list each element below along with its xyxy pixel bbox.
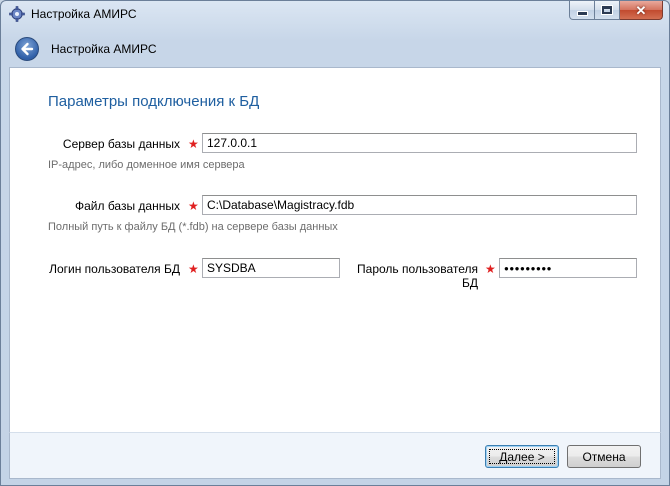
password-label: Пароль пользователя БД xyxy=(357,262,478,290)
window-controls: ✕ xyxy=(569,1,663,21)
close-icon: ✕ xyxy=(635,2,647,18)
dbfile-hint: Полный путь к файлу БД (*.fdb) на сервер… xyxy=(48,221,338,233)
server-hint: IP-адрес, либо доменное имя сервера xyxy=(48,159,245,171)
login-label: Логин пользователя БД xyxy=(49,262,180,276)
required-star-icon: ★ xyxy=(188,199,199,213)
wizard-header: Настройка АМИРС xyxy=(9,31,661,65)
minimize-button[interactable] xyxy=(569,1,595,20)
window-title: Настройка АМИРС xyxy=(31,7,137,21)
maximize-button[interactable] xyxy=(595,1,620,20)
required-star-icon: ★ xyxy=(188,262,199,276)
app-window: Настройка АМИРС ✕ Настройка АМИРС Параме… xyxy=(0,0,670,486)
close-button[interactable]: ✕ xyxy=(620,1,663,20)
password-input[interactable] xyxy=(499,258,637,278)
dbfile-label: Файл базы данных xyxy=(75,199,180,213)
back-arrow-icon xyxy=(21,42,34,56)
required-star-icon: ★ xyxy=(188,137,199,151)
minimize-icon xyxy=(577,11,587,15)
gear-icon xyxy=(9,6,25,22)
maximize-icon xyxy=(602,6,612,14)
required-star-icon: ★ xyxy=(485,262,496,276)
cancel-button[interactable]: Отмена xyxy=(567,445,641,468)
next-button-label: Далее > xyxy=(499,449,545,464)
next-button[interactable]: Далее > xyxy=(485,445,559,468)
wizard-footer: Далее > Отмена xyxy=(9,432,661,479)
cancel-button-label: Отмена xyxy=(582,449,626,464)
section-title: Параметры подключения к БД xyxy=(48,93,260,110)
dbfile-input[interactable] xyxy=(202,195,637,215)
content-panel: Параметры подключения к БД Сервер базы д… xyxy=(9,67,661,432)
login-input[interactable] xyxy=(202,258,340,278)
server-input[interactable] xyxy=(202,133,637,153)
back-button[interactable] xyxy=(15,37,39,61)
server-label: Сервер базы данных xyxy=(62,137,180,151)
title-bar[interactable]: Настройка АМИРС ✕ xyxy=(1,1,669,27)
wizard-title: Настройка АМИРС xyxy=(51,42,157,56)
